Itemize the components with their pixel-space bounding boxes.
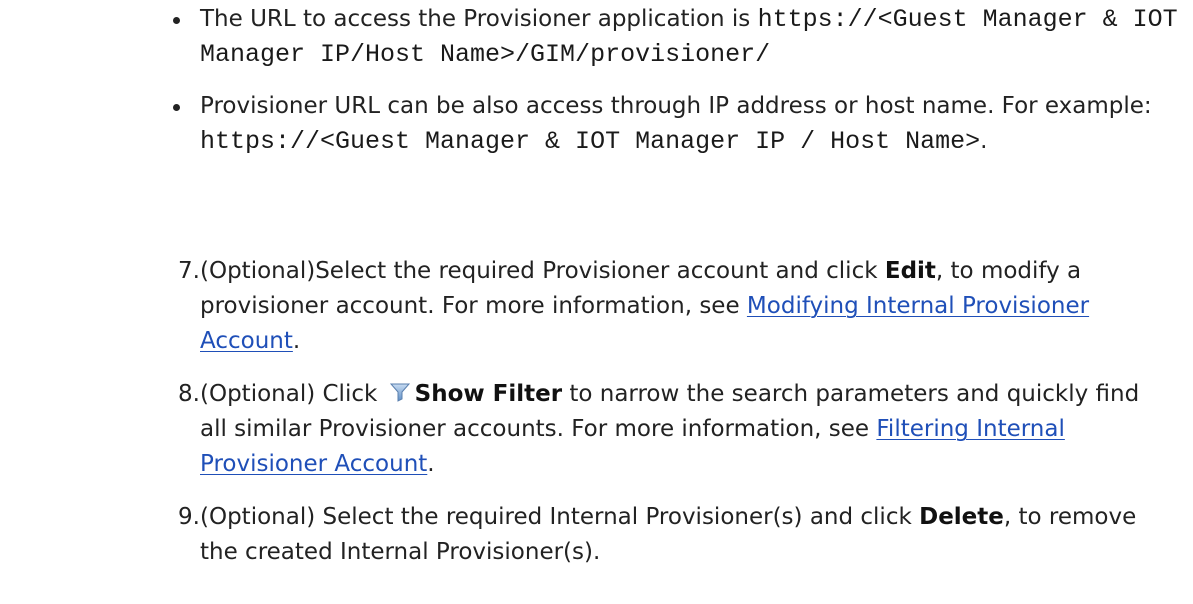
step-number: 7. <box>178 258 200 284</box>
list-item: The URL to access the Provisioner applic… <box>173 2 1180 72</box>
step-text-1: (Optional) Select the required Internal … <box>200 504 920 530</box>
step-text-3: . <box>427 451 435 477</box>
step-text-1: (Optional)Select the required Provisione… <box>200 258 885 284</box>
step-item: 7. (Optional)Select the required Provisi… <box>0 254 1193 359</box>
bullet-text-before: Provisioner URL can be also access throu… <box>200 93 1152 119</box>
edit-label: Edit <box>884 258 936 284</box>
step-text: (Optional)Select the required Provisione… <box>160 254 1153 359</box>
bullet-text-before: The URL to access the Provisioner applic… <box>200 6 758 32</box>
bullet-dot <box>173 17 180 24</box>
steps-list: 7. (Optional)Select the required Provisi… <box>0 254 1193 588</box>
filter-icon <box>389 379 411 402</box>
bullet-list: The URL to access the Provisioner applic… <box>173 2 1180 176</box>
url-code: https://<Guest Manager & IOT Manager IP … <box>200 127 981 156</box>
step-text-3: . <box>292 328 301 354</box>
show-filter-label: Show Filter <box>414 381 563 407</box>
step-number: 8. <box>178 381 200 407</box>
bullet-dot <box>173 104 180 111</box>
bullet-text-after: . <box>980 128 988 154</box>
step-number: 9. <box>178 504 200 530</box>
step-item: 8. (Optional) Click Show Filter to narro… <box>0 377 1193 482</box>
step-text-1: (Optional) Click <box>200 381 385 407</box>
step-item: 9. (Optional) Select the required Intern… <box>0 500 1193 570</box>
bullet-text: The URL to access the Provisioner applic… <box>200 2 1180 72</box>
list-item: Provisioner URL can be also access throu… <box>173 89 1180 159</box>
step-text: (Optional) Select the required Internal … <box>160 500 1153 570</box>
bullet-text: Provisioner URL can be also access throu… <box>200 89 1180 159</box>
delete-label: Delete <box>919 504 1004 530</box>
step-text: (Optional) Click Show Filter to narrow t… <box>160 377 1153 482</box>
